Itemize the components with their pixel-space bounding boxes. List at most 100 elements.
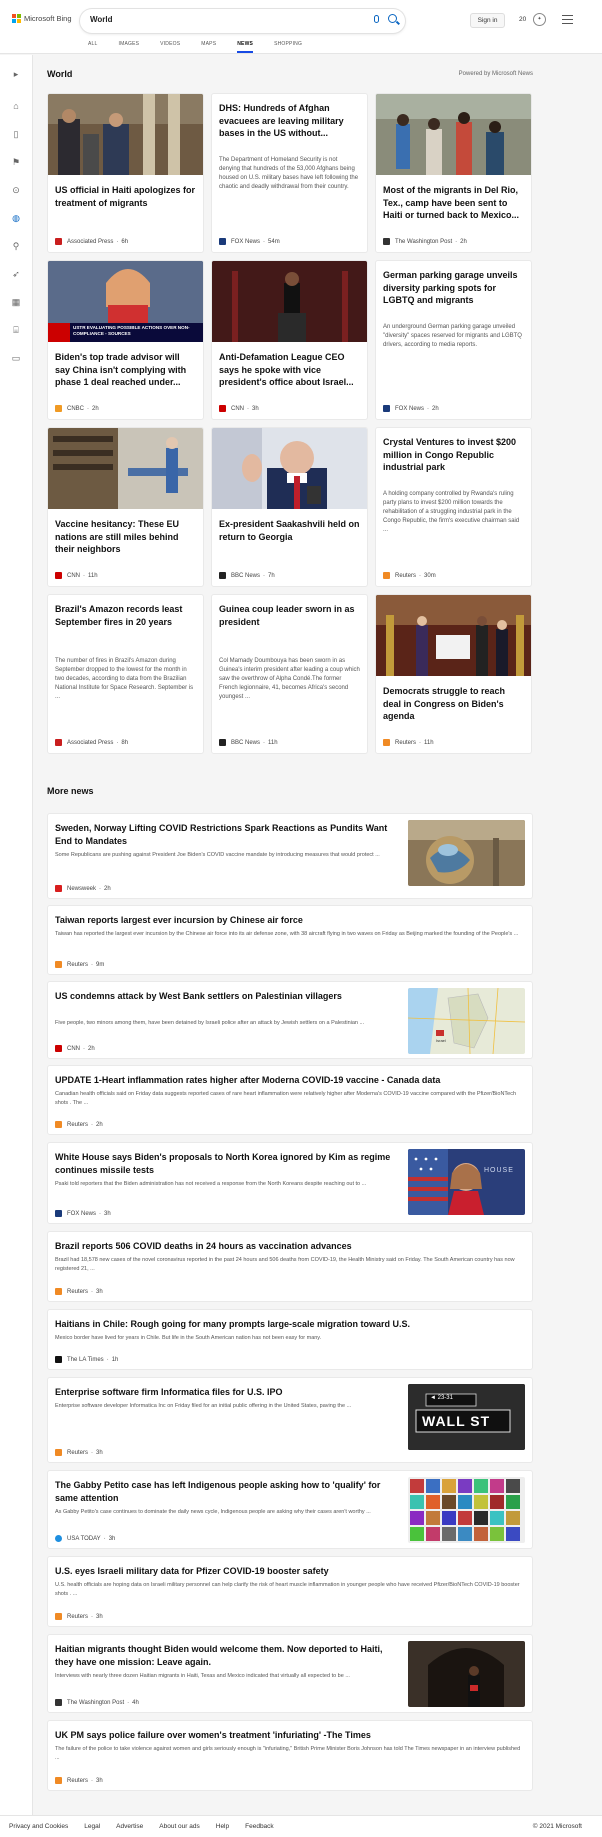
grid-icon[interactable]: ▦ [11, 297, 21, 307]
news-source[interactable]: The Washington Post · 4h [55, 1699, 139, 1706]
more-news-item[interactable]: Sweden, Norway Lifting COVID Restriction… [47, 813, 533, 899]
more-news-item[interactable]: US condemns attack by West Bank settlers… [47, 981, 533, 1059]
tab-maps[interactable]: MAPS [201, 41, 216, 47]
news-source[interactable]: CNBC · 2h [55, 405, 99, 412]
news-thumbnail[interactable] [408, 1477, 525, 1543]
news-card-title[interactable]: Crystal Ventures to invest $200 million … [383, 436, 524, 474]
more-news-title[interactable]: UPDATE 1-Heart inflammation rates higher… [55, 1074, 525, 1087]
news-card[interactable]: Democrats struggle to reach deal in Cong… [375, 594, 532, 754]
card-icon[interactable]: ▭ [11, 353, 21, 363]
chevron-right-icon[interactable]: ▸ [11, 69, 21, 79]
rocket-icon[interactable]: ➶ [11, 269, 21, 279]
news-card[interactable]: Ex-president Saakashvili held on return … [211, 427, 368, 587]
news-card-title[interactable]: Anti-Defamation League CEO says he spoke… [219, 351, 360, 389]
news-card[interactable]: Anti-Defamation League CEO says he spoke… [211, 260, 368, 420]
more-news-item[interactable]: The Gabby Petito case has left Indigenou… [47, 1470, 533, 1549]
news-card-title[interactable]: German parking garage unveils diversity … [383, 269, 524, 307]
news-card-image[interactable] [48, 94, 203, 175]
news-source[interactable]: Reuters · 2h [55, 1121, 103, 1128]
footer-link-advertise[interactable]: Advertise [116, 1823, 143, 1830]
news-card[interactable]: USTR EVALUATING POSSIBLE ACTIONS OVER NO… [47, 260, 204, 420]
news-card-image[interactable] [376, 595, 531, 676]
news-thumbnail[interactable]: HOUSE [408, 1149, 525, 1215]
news-card-title[interactable]: Biden's top trade advisor will say China… [55, 351, 196, 389]
bank-icon[interactable]: ⌸ [11, 325, 21, 335]
search-box[interactable]: World [80, 9, 405, 33]
microphone-icon[interactable] [374, 15, 379, 23]
more-news-item[interactable]: Haitian migrants thought Biden would wel… [47, 1634, 533, 1713]
bookmark-icon[interactable]: ▯ [11, 129, 21, 139]
search-icon[interactable] [388, 14, 397, 23]
news-card[interactable]: Guinea coup leader sworn in as president… [211, 594, 368, 754]
news-source[interactable]: The Washington Post · 2h [383, 238, 467, 245]
news-card-title[interactable]: US official in Haiti apologizes for trea… [55, 184, 196, 209]
news-card-image[interactable]: USTR EVALUATING POSSIBLE ACTIONS OVER NO… [48, 261, 203, 342]
location-icon[interactable]: ⊙ [11, 185, 21, 195]
news-source[interactable]: Reuters · 11h [383, 739, 434, 746]
news-card-title[interactable]: Democrats struggle to reach deal in Cong… [383, 685, 524, 723]
news-card-title[interactable]: Brazil's Amazon records least September … [55, 603, 196, 628]
more-news-item[interactable]: UK PM says police failure over women's t… [47, 1720, 533, 1791]
news-card-image[interactable] [212, 428, 367, 509]
more-news-title[interactable]: Sweden, Norway Lifting COVID Restriction… [55, 822, 400, 848]
news-source[interactable]: BBC News · 11h [219, 739, 278, 746]
news-source[interactable]: FOX News · 2h [383, 405, 439, 412]
news-source[interactable]: Reuters · 3h [55, 1449, 103, 1456]
rewards-medal-icon[interactable]: ✦ [533, 13, 546, 26]
news-source[interactable]: The LA Times · 1h [55, 1356, 118, 1363]
news-card[interactable]: Crystal Ventures to invest $200 million … [375, 427, 532, 587]
news-card-title[interactable]: Most of the migrants in Del Rio, Tex., c… [383, 184, 524, 222]
news-source[interactable]: BBC News · 7h [219, 572, 275, 579]
news-source[interactable]: CNN · 3h [219, 405, 259, 412]
news-card-image[interactable] [48, 428, 203, 509]
more-news-item[interactable]: Haitians in Chile: Rough going for many … [47, 1309, 533, 1370]
news-card-title[interactable]: Guinea coup leader sworn in as president [219, 603, 360, 628]
more-news-title[interactable]: Brazil reports 506 COVID deaths in 24 ho… [55, 1240, 525, 1253]
more-news-item[interactable]: Brazil reports 506 COVID deaths in 24 ho… [47, 1231, 533, 1302]
news-card[interactable]: Most of the migrants in Del Rio, Tex., c… [375, 93, 532, 253]
tab-all[interactable]: ALL [88, 41, 98, 47]
more-news-title[interactable]: White House says Biden's proposals to No… [55, 1151, 400, 1177]
news-source[interactable]: Reuters · 3h [55, 1777, 103, 1784]
more-news-title[interactable]: Taiwan reports largest ever incursion by… [55, 914, 525, 927]
more-news-title[interactable]: Enterprise software firm Informatica fil… [55, 1386, 400, 1399]
news-source[interactable]: Associated Press · 6h [55, 238, 128, 245]
rewards-points[interactable]: 20 [519, 16, 526, 23]
news-source[interactable]: Reuters · 30m [383, 572, 436, 579]
news-card[interactable]: US official in Haiti apologizes for trea… [47, 93, 204, 253]
more-news-title[interactable]: Haitian migrants thought Biden would wel… [55, 1643, 400, 1669]
news-source[interactable]: Reuters · 3h [55, 1613, 103, 1620]
news-thumbnail[interactable]: WALL ST ◄ 23-31 [408, 1384, 525, 1450]
microscope-icon[interactable]: ⚲ [11, 241, 21, 251]
tab-videos[interactable]: VIDEOS [160, 41, 180, 47]
news-source[interactable]: Reuters · 9m [55, 961, 104, 968]
tab-images[interactable]: IMAGES [119, 41, 140, 47]
footer-link-privacy-and-cookies[interactable]: Privacy and Cookies [9, 1823, 68, 1830]
news-card-image[interactable] [212, 261, 367, 342]
flag-icon[interactable]: ⚑ [11, 157, 21, 167]
news-card-title[interactable]: DHS: Hundreds of Afghan evacuees are lea… [219, 102, 360, 140]
more-news-title[interactable]: UK PM says police failure over women's t… [55, 1729, 525, 1742]
news-card[interactable]: Vaccine hesitancy: These EU nations are … [47, 427, 204, 587]
tab-shopping[interactable]: SHOPPING [274, 41, 302, 47]
news-source[interactable]: CNN · 11h [55, 572, 98, 579]
news-source[interactable]: Newsweek · 2h [55, 885, 111, 892]
news-card-title[interactable]: Vaccine hesitancy: These EU nations are … [55, 518, 196, 556]
menu-icon[interactable] [562, 15, 573, 27]
footer-link-help[interactable]: Help [216, 1823, 229, 1830]
tab-news[interactable]: NEWS [237, 41, 253, 53]
more-news-title[interactable]: The Gabby Petito case has left Indigenou… [55, 1479, 400, 1505]
globe-icon[interactable]: ◍ [11, 213, 21, 223]
news-source[interactable]: CNN · 2h [55, 1045, 95, 1052]
news-source[interactable]: FOX News · 54m [219, 238, 280, 245]
news-source[interactable]: Associated Press · 8h [55, 739, 128, 746]
more-news-item[interactable]: U.S. eyes Israeli military data for Pfiz… [47, 1556, 533, 1627]
more-news-item[interactable]: Taiwan reports largest ever incursion by… [47, 905, 533, 975]
more-news-title[interactable]: Haitians in Chile: Rough going for many … [55, 1318, 525, 1331]
news-source[interactable]: USA TODAY · 3h [55, 1535, 115, 1542]
news-source[interactable]: Reuters · 3h [55, 1288, 103, 1295]
more-news-item[interactable]: White House says Biden's proposals to No… [47, 1142, 533, 1224]
home-icon[interactable]: ⌂ [11, 101, 21, 111]
news-card-title[interactable]: Ex-president Saakashvili held on return … [219, 518, 360, 543]
news-source[interactable]: FOX News · 3h [55, 1210, 111, 1217]
